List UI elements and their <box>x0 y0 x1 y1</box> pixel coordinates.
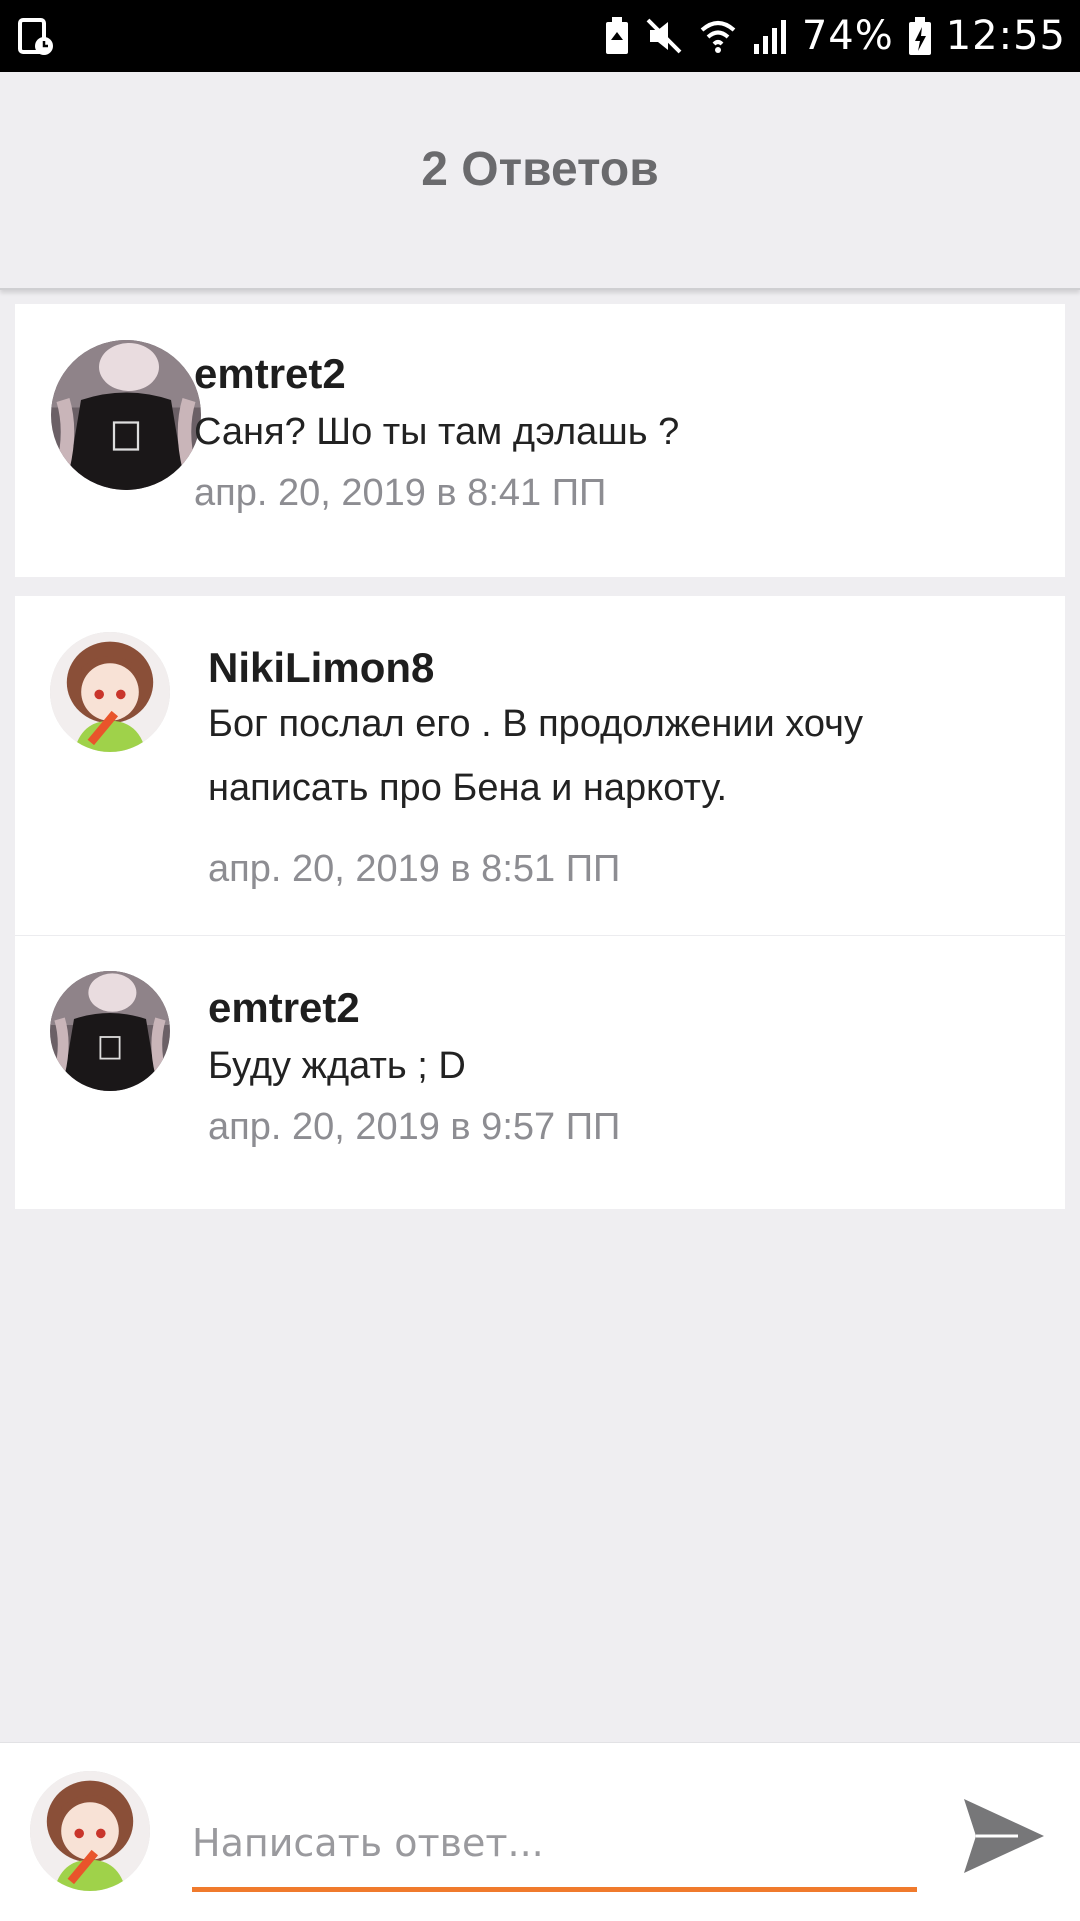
send-icon <box>964 1799 1044 1873</box>
battery-percent: 74% <box>801 13 894 59</box>
original-comment-card: emtret2 Саня? Шо ты там дэлашь ? апр. 20… <box>15 304 1065 577</box>
reply-timestamp: апр. 20, 2019 в 9:57 ПП <box>208 1106 621 1148</box>
divider <box>15 935 1065 936</box>
battery-saver-icon <box>604 16 630 56</box>
page-title: 2 Ответов <box>421 143 659 196</box>
header: 2 Ответов <box>0 72 1080 290</box>
replies-card: NikiLimon8 Бог послал его . В продолжени… <box>15 596 1065 1209</box>
comment-username[interactable]: emtret2 <box>194 350 346 398</box>
comment-text: Саня? Шо ты там дэлашь ? <box>194 411 680 453</box>
clock: 12:55 <box>945 13 1066 59</box>
reply-username[interactable]: NikiLimon8 <box>208 644 434 692</box>
avatar[interactable] <box>50 632 170 752</box>
mute-icon <box>644 16 684 56</box>
signal-icon <box>752 16 788 56</box>
comment-timestamp: апр. 20, 2019 в 8:41 ПП <box>194 472 607 514</box>
avatar[interactable] <box>30 1771 150 1891</box>
reply-text: Буду ждать ; D <box>208 1045 466 1087</box>
avatar[interactable] <box>50 971 170 1091</box>
battery-charging-icon <box>908 16 932 56</box>
reply-input[interactable] <box>192 1813 917 1873</box>
status-bar: 74% 12:55 <box>0 0 1080 72</box>
screen-record-icon <box>18 18 54 56</box>
reply-bar <box>0 1742 1080 1921</box>
reply-text: Бог послал его . В продолжении хочу напи… <box>208 703 863 809</box>
wifi-icon <box>698 16 738 56</box>
reply-timestamp: апр. 20, 2019 в 8:51 ПП <box>208 848 621 890</box>
reply-input-underline <box>192 1887 917 1892</box>
avatar[interactable] <box>51 340 201 490</box>
reply-username[interactable]: emtret2 <box>208 984 360 1032</box>
send-button[interactable] <box>958 1791 1048 1881</box>
